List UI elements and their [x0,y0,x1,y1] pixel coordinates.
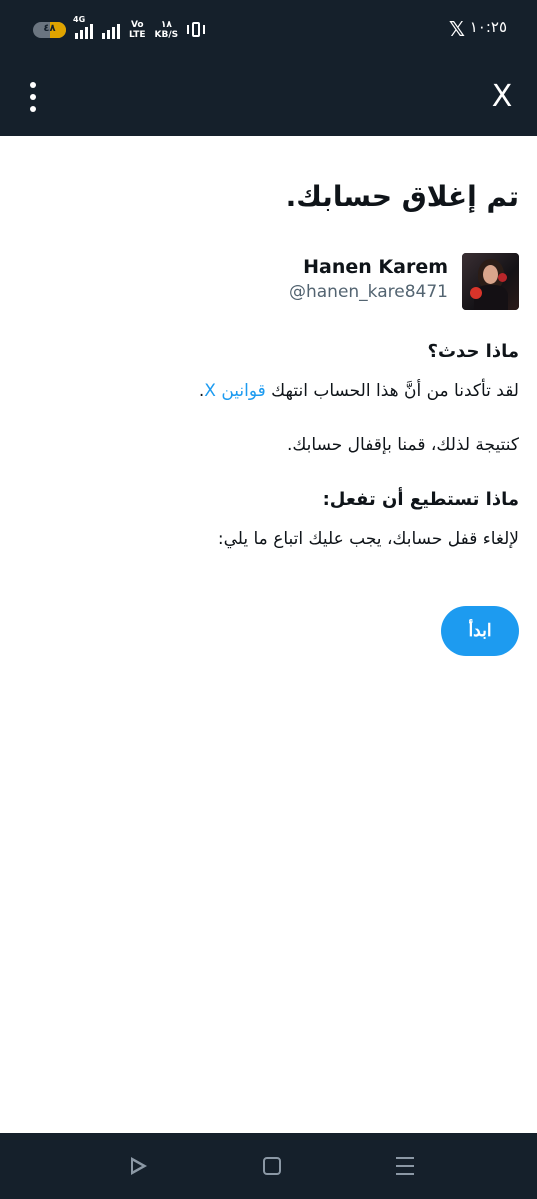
close-button[interactable]: X [489,80,515,114]
x-logo-icon: 𝕏 [448,17,465,41]
status-icons: ٤٨ 4G Vo LTE ١٨ KB/S [33,14,206,46]
network-speed: ١٨ KB/S [155,20,179,40]
unlock-instructions-text: لإلغاء قفل حسابك، يجب عليك اتباع ما يلي: [217,529,519,549]
speed-value: ١٨ [160,20,172,30]
signal-4g-icon: 4G [73,15,93,39]
volte-line2: LTE [129,30,146,40]
what-happened-heading: ماذا حدث؟ [427,341,519,362]
avatar [462,253,519,310]
status-bar: ٤٨ 4G Vo LTE ١٨ KB/S 𝕏 ١٠:٢٥ [0,0,537,62]
what-you-can-do-heading: ماذا تستطيع أن تفعل: [322,489,519,510]
locked-result-text: كنتيجة لذلك، قمنا بإقفال حسابك. [286,435,519,455]
network-type: 4G [73,15,86,24]
home-icon[interactable] [263,1157,281,1175]
battery-icon: ٤٨ [33,22,66,38]
signal-bars-icon [102,21,120,39]
app-bar: X [0,62,537,136]
vibrate-icon [187,20,206,40]
recents-icon[interactable] [396,1157,414,1175]
user-handle: @hanen_kare8471 [288,282,448,302]
volte-line1: Vo [130,20,144,30]
display-name: Hanen Karem [303,256,448,278]
speed-unit: KB/S [154,30,179,40]
volte-indicator: Vo LTE [129,20,146,40]
x-rules-link[interactable]: قوانين X [204,381,266,401]
user-names: Hanen Karem @hanen_kare8471 [289,253,448,302]
start-button[interactable]: ابدأ [441,606,519,656]
user-card: Hanen Karem @hanen_kare8471 [289,253,519,310]
violation-text-start: لقد تأكدنا من أنَّ هذا الحساب انتهك [265,381,519,401]
battery-percentage: ٤٨ [43,23,56,34]
more-options-icon[interactable] [24,80,42,114]
violation-text: لقد تأكدنا من أنَّ هذا الحساب انتهك قوان… [199,381,519,401]
page-title: تم إغلاق حسابك. [285,180,519,213]
system-nav-bar [0,1133,537,1199]
clock: ١٠:٢٥ [469,18,507,36]
